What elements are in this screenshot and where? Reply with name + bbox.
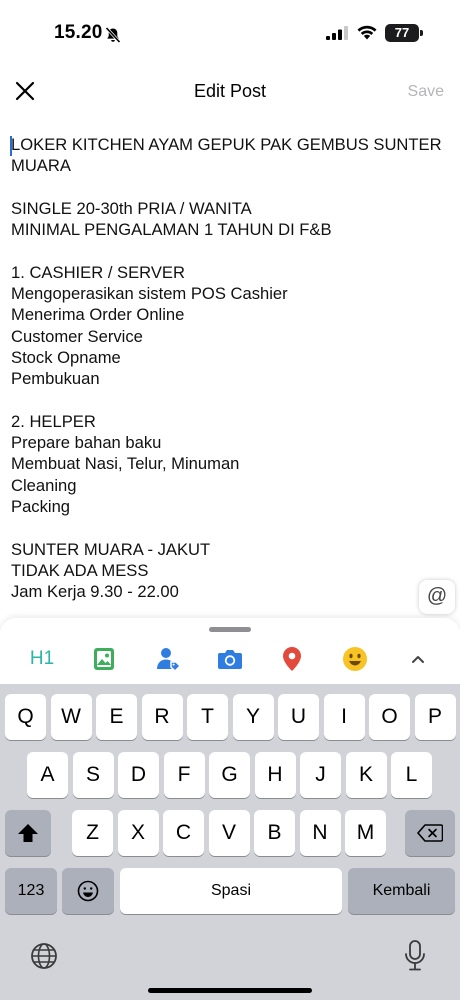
camera-button[interactable] <box>210 642 250 676</box>
post-text-line <box>11 240 451 261</box>
microphone-icon[interactable] <box>404 940 426 972</box>
key-q[interactable]: Q <box>5 694 46 740</box>
key-a[interactable]: A <box>27 752 68 798</box>
mention-button[interactable]: @ <box>419 580 455 614</box>
key-b[interactable]: B <box>254 810 295 856</box>
emoji-keyboard-icon <box>77 880 99 902</box>
key-k[interactable]: K <box>345 752 387 798</box>
post-text-line: SINGLE 20-30th PRIA / WANITA <box>11 198 252 218</box>
post-text-line: MINIMAL PENGALAMAN 1 TAHUN DI F&B <box>11 220 332 240</box>
status-time: 15.20 <box>54 22 103 43</box>
keyboard: 123 Spasi Kembali QWERTYUIOP ASDFGHJKL ZXC… <box>0 684 460 1000</box>
key-u[interactable]: U <box>278 694 319 740</box>
location-pin-icon <box>283 647 301 671</box>
cellular-signal-icon <box>326 26 348 40</box>
emoji-icon <box>343 647 367 671</box>
drag-handle[interactable] <box>209 627 251 632</box>
post-text-line: MUARA <box>11 156 71 176</box>
shift-key[interactable] <box>5 810 51 856</box>
status-bar: 15.20 77 <box>0 0 460 64</box>
page-title: Edit Post <box>193 81 267 101</box>
post-text-line: Stock Opname <box>11 347 121 367</box>
post-text-line <box>11 177 451 198</box>
emoji-button[interactable] <box>335 642 375 676</box>
key-s[interactable]: S <box>72 752 114 798</box>
image-button[interactable] <box>84 642 124 676</box>
return-key[interactable]: Kembali <box>348 868 455 914</box>
post-text-line: 2. HELPER <box>11 411 96 431</box>
space-key[interactable]: Spasi <box>120 868 342 914</box>
key-i[interactable]: I <box>323 694 365 740</box>
heading-button[interactable]: H1 <box>22 642 62 676</box>
key-o[interactable]: O <box>369 694 410 740</box>
numbers-key[interactable]: 123 <box>5 868 57 914</box>
post-text-line: LOKER KITCHEN AYAM GEPUK PAK GEMBUS SUNT… <box>11 135 442 154</box>
backspace-icon <box>417 824 443 842</box>
expand-toolbar-button[interactable] <box>398 642 438 676</box>
key-m[interactable]: M <box>345 810 386 856</box>
tag-person-icon <box>157 648 181 672</box>
post-text-line <box>11 517 451 538</box>
emoji-keyboard-key[interactable] <box>62 868 114 914</box>
shift-icon <box>18 824 38 842</box>
post-text-line: Jam Kerja 9.30 - 22.00 <box>11 582 179 602</box>
post-text-line <box>11 390 451 411</box>
key-j[interactable]: J <box>300 752 341 798</box>
globe-icon[interactable] <box>30 942 58 970</box>
key-c[interactable]: C <box>163 810 204 856</box>
key-f[interactable]: F <box>163 752 205 798</box>
battery-indicator: 77 <box>385 24 419 42</box>
backspace-key[interactable] <box>405 810 455 856</box>
post-text-line: Membuat Nasi, Telur, Minuman <box>11 454 240 474</box>
post-text-line: TIDAK ADA MESS <box>11 560 149 580</box>
key-e[interactable]: E <box>96 694 137 740</box>
key-h[interactable]: H <box>254 752 296 798</box>
post-text-editor[interactable]: LOKER KITCHEN AYAM GEPUK PAK GEMBUS SUNT… <box>11 134 451 606</box>
save-button[interactable]: Save <box>408 83 444 101</box>
bell-off-icon <box>105 26 121 44</box>
post-text-line: 1. CASHIER / SERVER <box>11 262 185 282</box>
key-p[interactable]: P <box>414 694 456 740</box>
wifi-icon <box>357 25 377 40</box>
post-text-line: Prepare bahan baku <box>11 433 162 453</box>
tag-people-button[interactable] <box>148 642 188 676</box>
post-text-line: Menerima Order Online <box>11 305 185 325</box>
key-x[interactable]: X <box>117 810 159 856</box>
key-l[interactable]: L <box>391 752 432 798</box>
key-y[interactable]: Y <box>232 694 274 740</box>
key-w[interactable]: W <box>50 694 92 740</box>
key-r[interactable]: R <box>141 694 183 740</box>
formatting-toolbar: H1 <box>0 618 460 684</box>
nav-header: Edit Post Save <box>0 64 460 120</box>
chevron-up-icon <box>412 656 424 663</box>
key-d[interactable]: D <box>118 752 159 798</box>
key-n[interactable]: N <box>299 810 341 856</box>
location-button[interactable] <box>272 642 312 676</box>
post-text-line: Cleaning <box>11 475 77 495</box>
image-icon <box>94 648 114 670</box>
post-text-line: Customer Service <box>11 326 143 346</box>
key-t[interactable]: T <box>187 694 228 740</box>
key-z[interactable]: Z <box>72 810 113 856</box>
post-text-line: SUNTER MUARA - JAKUT <box>11 539 211 559</box>
home-indicator <box>148 988 312 993</box>
key-v[interactable]: V <box>208 810 250 856</box>
post-text-line: Mengoperasikan sistem POS Cashier <box>11 284 288 304</box>
battery-tip <box>420 30 423 36</box>
post-text-line: Packing <box>11 497 71 517</box>
post-text-line: Pembukuan <box>11 369 100 389</box>
camera-icon <box>218 650 242 669</box>
key-g[interactable]: G <box>209 752 250 798</box>
